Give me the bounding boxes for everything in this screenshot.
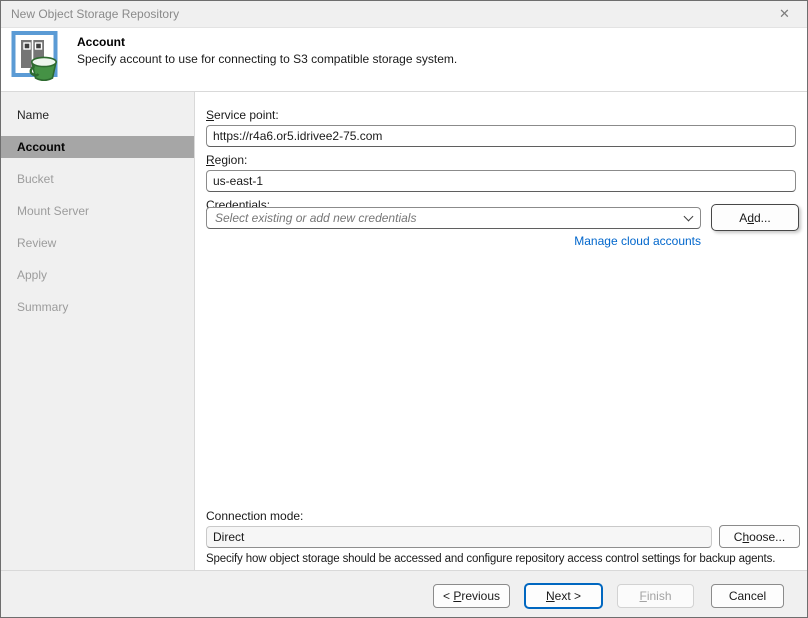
sidebar-item-summary[interactable]: Summary	[1, 291, 194, 323]
service-point-label: Service point:	[206, 108, 279, 122]
service-point-input[interactable]	[206, 125, 796, 147]
add-credentials-button[interactable]: Add...	[711, 204, 799, 231]
wizard-footer: < Previous Next > Finish Cancel	[1, 570, 807, 617]
sidebar-item-mount-server[interactable]: Mount Server	[1, 195, 194, 227]
region-input[interactable]	[206, 170, 796, 192]
credentials-placeholder: Select existing or add new credentials	[215, 211, 685, 225]
step-description: Specify account to use for connecting to…	[77, 52, 457, 66]
choose-connection-mode-button[interactable]: Choose...	[719, 525, 800, 548]
region-label: Region:	[206, 153, 247, 167]
finish-button: Finish	[617, 584, 694, 608]
object-storage-repository-icon	[10, 30, 64, 87]
wizard-steps-sidebar: Name Account Bucket Mount Server Review …	[1, 92, 195, 570]
wizard-dialog: New Object Storage Repository ✕ Account …	[0, 0, 808, 618]
window-title: New Object Storage Repository	[11, 1, 179, 27]
sidebar-item-review[interactable]: Review	[1, 227, 194, 259]
sidebar-item-account[interactable]: Account	[1, 136, 194, 158]
previous-button[interactable]: < Previous	[433, 584, 510, 608]
wizard-header: Account Specify account to use for conne…	[1, 28, 807, 92]
step-title: Account	[77, 35, 125, 49]
title-bar: New Object Storage Repository ✕	[1, 1, 807, 28]
sidebar-item-name[interactable]: Name	[1, 99, 194, 131]
next-button[interactable]: Next >	[525, 584, 602, 608]
wizard-content: Service point: Region: Credentials: Sele…	[195, 92, 807, 570]
sidebar-item-bucket[interactable]: Bucket	[1, 163, 194, 195]
manage-cloud-accounts-link[interactable]: Manage cloud accounts	[206, 234, 701, 248]
sidebar-item-apply[interactable]: Apply	[1, 259, 194, 291]
connection-mode-label: Connection mode:	[206, 509, 303, 523]
close-icon[interactable]: ✕	[762, 1, 807, 27]
connection-mode-hint: Specify how object storage should be acc…	[206, 553, 806, 565]
chevron-down-icon	[684, 211, 694, 221]
credentials-combobox[interactable]: Select existing or add new credentials	[206, 207, 701, 229]
cancel-button[interactable]: Cancel	[711, 584, 784, 608]
connection-mode-input	[206, 526, 712, 548]
